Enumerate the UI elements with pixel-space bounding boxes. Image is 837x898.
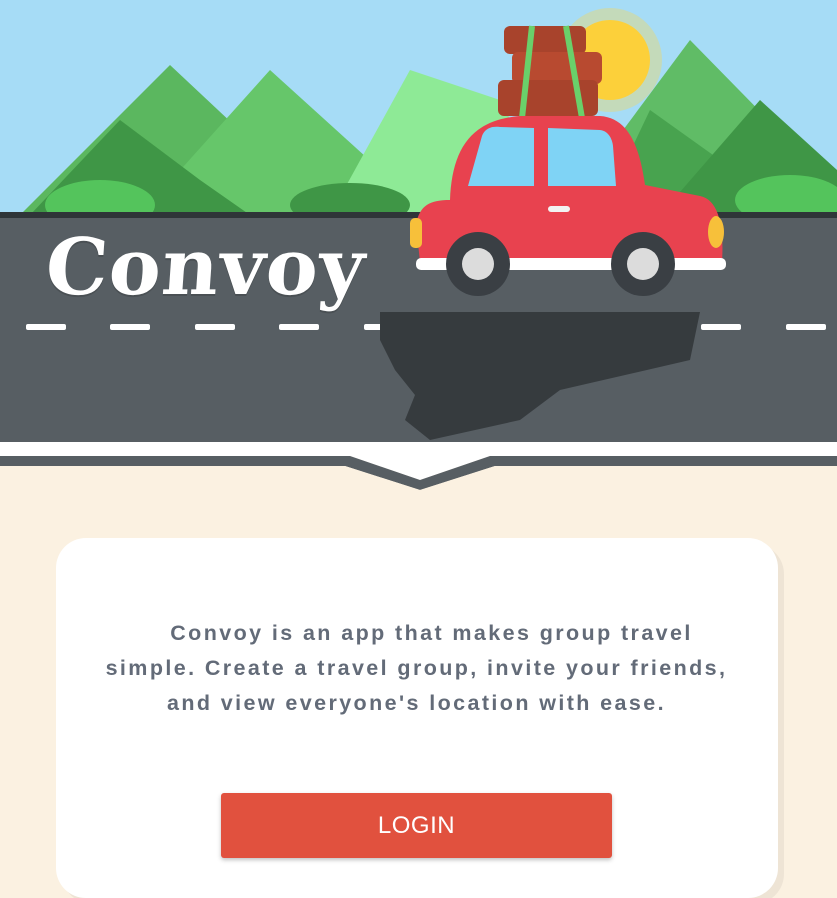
app-description: Convoy is an app that makes group travel… <box>105 621 728 715</box>
app-title: Convoy <box>42 222 369 313</box>
login-button[interactable]: LOGIN <box>221 793 612 858</box>
hero-banner: Convoy <box>0 0 837 495</box>
